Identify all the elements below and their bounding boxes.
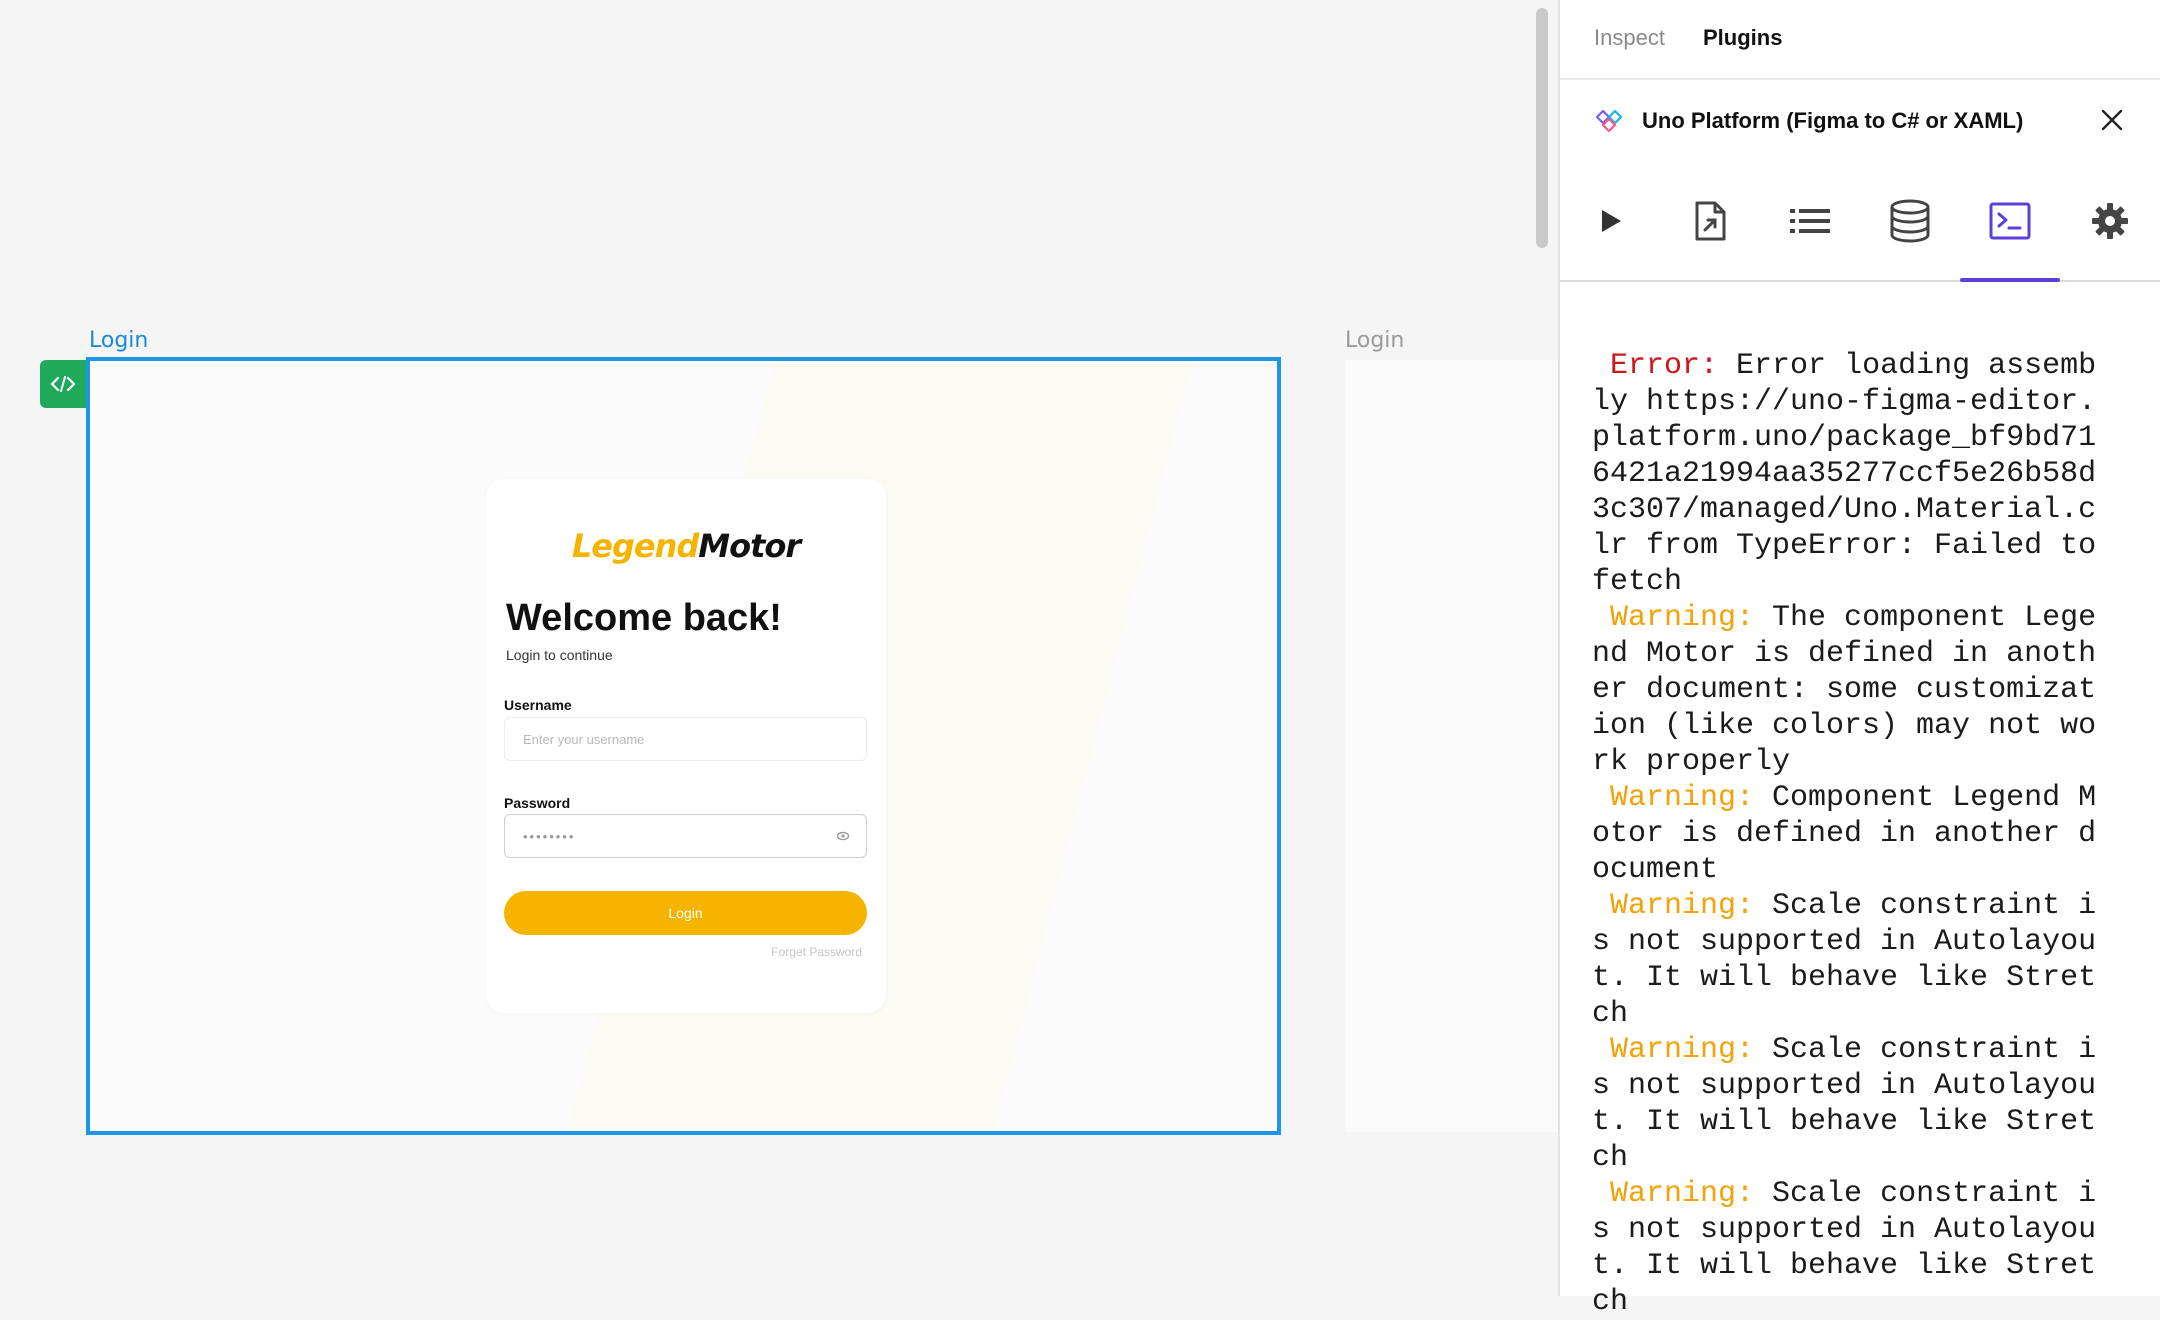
right-panel: Inspect Plugins Uno Platform (Figma to C…	[1558, 0, 2160, 1319]
login-button[interactable]: Login	[504, 891, 867, 935]
tab-plugins[interactable]: Plugins	[1703, 25, 1782, 51]
log-level-label: Error:	[1592, 349, 1719, 383]
log-level-label: Warning:	[1592, 889, 1755, 923]
frame-label-login-secondary[interactable]: Login	[1345, 328, 1404, 353]
username-label: Username	[504, 697, 572, 713]
forget-password-link[interactable]: Forget Password	[771, 945, 862, 959]
console-log-line: Warning: Scale constraint is not support…	[1592, 888, 2112, 1032]
log-level-label: Warning:	[1592, 1033, 1755, 1067]
brand-logo-legend: Legend	[571, 527, 699, 565]
terminal-icon	[1989, 202, 2031, 240]
username-placeholder: Enter your username	[523, 731, 645, 747]
welcome-subtitle: Login to continue	[506, 647, 613, 663]
console-log-line: Warning: Scale constraint is not support…	[1592, 1176, 2112, 1320]
code-badge-button[interactable]	[40, 360, 86, 408]
canvas-vertical-scrollbar[interactable]	[1536, 8, 1548, 248]
close-icon[interactable]	[2098, 106, 2126, 134]
login-frame[interactable]: LegendMotor Welcome back! Login to conti…	[86, 357, 1281, 1135]
brand-logo: LegendMotor	[486, 527, 886, 565]
plugin-toolbar	[1560, 162, 2160, 282]
settings-button[interactable]	[2060, 190, 2160, 252]
frame-label-login[interactable]: Login	[89, 328, 148, 353]
data-button[interactable]	[1860, 190, 1960, 252]
brand-logo-motor: Motor	[698, 527, 801, 565]
password-input[interactable]: ••••••••	[504, 814, 867, 858]
password-label: Password	[504, 795, 571, 811]
console-output: Error: Error loading assembly https://un…	[1592, 348, 2112, 1320]
play-icon	[1602, 210, 1621, 232]
log-level-label: Warning:	[1592, 781, 1755, 815]
login-frame-secondary[interactable]	[1345, 360, 1558, 1132]
code-brackets-icon	[50, 376, 76, 392]
design-canvas[interactable]: Login Login LegendMotor Welcome back! Lo…	[0, 0, 1558, 1296]
tab-inspect[interactable]: Inspect	[1594, 25, 1665, 51]
database-icon	[1890, 199, 1930, 243]
console-log-line: Warning: Scale constraint is not support…	[1592, 1032, 2112, 1176]
uno-platform-logo-icon	[1595, 109, 1623, 133]
console-button[interactable]	[1960, 190, 2060, 282]
log-level-label: Warning:	[1592, 1177, 1755, 1211]
password-value: ••••••••	[523, 828, 576, 844]
console-log-line: Warning: Component Legend Motor is defin…	[1592, 780, 2112, 888]
welcome-title: Welcome back!	[506, 597, 782, 639]
console-log-line: Warning: The component Legend Motor is d…	[1592, 600, 2112, 780]
username-input[interactable]: Enter your username	[504, 717, 867, 761]
list-button[interactable]	[1760, 190, 1860, 252]
plugin-header: Uno Platform (Figma to C# or XAML)	[1560, 80, 2160, 162]
export-file-icon	[1695, 201, 1726, 241]
run-button[interactable]	[1560, 190, 1660, 252]
gear-icon	[2092, 203, 2128, 239]
eye-icon[interactable]	[836, 830, 850, 842]
plugin-title: Uno Platform (Figma to C# or XAML)	[1642, 108, 2024, 133]
login-card: LegendMotor Welcome back! Login to conti…	[486, 479, 886, 1013]
log-level-label: Warning:	[1592, 601, 1755, 635]
panel-tabs: Inspect Plugins	[1560, 0, 2160, 80]
log-message: Error loading assembly https://uno-figma…	[1592, 349, 2115, 599]
export-button[interactable]	[1660, 190, 1760, 252]
console-log-line: Error: Error loading assembly https://un…	[1592, 348, 2112, 600]
list-icon	[1790, 209, 1830, 233]
